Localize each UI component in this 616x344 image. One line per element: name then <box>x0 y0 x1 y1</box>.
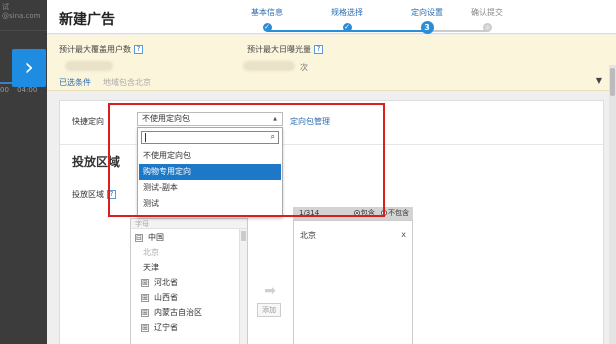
dropdown-search-input[interactable]: ⌕ <box>141 131 279 144</box>
collapse-icon[interactable]: ⊟ <box>135 233 143 242</box>
targeting-dropdown: ⌕ 不使用定向包 购物专用定向 测试-副本 测试 <box>137 127 283 217</box>
max-users-estimate: 预计最大覆盖用户数? <box>59 44 143 55</box>
step-spec-select[interactable]: 规格选择 ✓ <box>307 6 387 32</box>
redacted-value <box>243 61 295 71</box>
quick-targeting-select[interactable]: 不使用定向包 ▲ <box>137 112 283 126</box>
page-title: 新建广告 <box>59 12 115 28</box>
selected-count: 1/314 <box>299 209 320 217</box>
help-icon[interactable]: ? <box>314 45 323 54</box>
include-label: 包含 <box>360 209 375 217</box>
step-label: 规格选择 <box>331 8 363 17</box>
step-basic-info[interactable]: 基本信息 ✓ <box>227 6 307 32</box>
include-exclude-toggle: 包含 不包含 <box>350 207 409 220</box>
step-number-badge: 3 <box>420 21 434 34</box>
search-icon: ⌕ <box>270 132 275 141</box>
exclude-label: 不包含 <box>388 209 409 217</box>
tree-node[interactable]: 天津 <box>143 260 247 275</box>
selected-regions-header: 1/314 包含 不包含 <box>293 207 413 220</box>
impressions-unit: 次 <box>300 63 308 72</box>
background-tick: 00 <box>0 86 9 94</box>
tree-node[interactable]: ⊟ 中国 <box>135 230 243 245</box>
tree-node[interactable]: ⊞ 山西省 <box>141 290 247 305</box>
tree-scrollbar[interactable] <box>239 229 247 344</box>
tree-node[interactable]: 北京 <box>143 245 247 260</box>
exclude-radio[interactable] <box>381 210 387 216</box>
targeting-package-manage-link[interactable]: 定向包管理 <box>290 116 330 127</box>
chevron-up-icon: ▲ <box>273 116 277 122</box>
tree-node-label: 山西省 <box>154 293 178 302</box>
expand-icon[interactable]: ⊞ <box>141 308 149 317</box>
region-tree: 字母 ⊟ 中国 北京 天津 ⊞ 河北省 ⊞ 山西省 ⊞ 内蒙古自治区 ⊞ 辽宁省 <box>130 218 248 344</box>
step-progress: 基本信息 ✓ 规格选择 ✓ 定向设置 3 确认提交 <box>227 6 537 34</box>
background-text: @sina.com <box>2 12 41 20</box>
dropdown-option-highlighted[interactable]: 购物专用定向 <box>139 164 281 180</box>
tree-node[interactable]: ⊞ 河北省 <box>141 275 247 290</box>
dropdown-option[interactable]: 不使用定向包 <box>139 148 281 164</box>
background-time-axis: 00 04:00 <box>0 86 43 94</box>
tree-node-label: 天津 <box>143 263 159 272</box>
check-icon: ✓ <box>342 23 352 32</box>
tree-node-label: 中国 <box>148 233 164 242</box>
max-users-label: 预计最大覆盖用户数 <box>59 45 131 54</box>
area-label: 投放区域? <box>72 189 116 200</box>
quick-targeting-label: 快捷定向 <box>72 117 104 126</box>
chevron-right-icon[interactable]: › <box>12 49 46 87</box>
dropdown-option[interactable]: 测试-副本 <box>139 180 281 196</box>
help-icon[interactable]: ? <box>134 45 143 54</box>
step-label: 确认提交 <box>471 8 503 17</box>
check-icon: ✓ <box>262 23 272 32</box>
tree-header: 字母 <box>131 219 247 229</box>
redacted-value <box>65 61 113 71</box>
max-impressions-estimate: 预计最大日曝光量? <box>247 44 323 55</box>
collapse-icon[interactable]: ▼ <box>596 76 602 85</box>
panel-scrollbar[interactable] <box>609 65 616 344</box>
step-label: 基本信息 <box>251 8 283 17</box>
tree-node[interactable]: ⊞ 内蒙古自治区 <box>141 305 247 320</box>
selected-region: 北京 <box>300 231 316 240</box>
area-label-text: 投放区域 <box>72 190 104 199</box>
tree-node[interactable]: ⊞ 辽宁省 <box>141 320 247 335</box>
select-value: 不使用定向包 <box>142 114 190 123</box>
estimate-bar: 预计最大覆盖用户数? 预计最大日曝光量? 次 已选条件 地域包含北京 ▼ <box>47 35 616 91</box>
add-button[interactable]: 添加 <box>257 303 281 317</box>
selected-regions-list: 北京 x <box>293 220 413 344</box>
step-pending-dot <box>482 23 492 32</box>
section-title: 投放区域 <box>72 155 121 169</box>
background-divider <box>0 30 50 31</box>
background-tick: 04:00 <box>17 86 38 94</box>
tree-scrollbar-thumb[interactable] <box>241 231 246 241</box>
tree-node-label: 辽宁省 <box>154 323 178 332</box>
help-icon[interactable]: ? <box>107 190 116 199</box>
arrow-right-icon: ➡ <box>264 283 276 299</box>
expand-icon[interactable]: ⊞ <box>141 293 149 302</box>
remove-icon[interactable]: x <box>401 230 406 239</box>
step-confirm-submit[interactable]: 确认提交 <box>447 6 527 34</box>
panel-scrollbar-thumb[interactable] <box>610 68 615 96</box>
dropdown-option[interactable]: 测试 <box>139 196 281 212</box>
expand-icon[interactable]: ⊞ <box>141 278 149 287</box>
background-text: 试 <box>2 3 9 11</box>
add-area: ➡ 添加 <box>257 284 283 317</box>
panel-header: 新建广告 基本信息 ✓ 规格选择 ✓ 定向设置 3 确认提交 <box>47 0 616 34</box>
max-impressions-label: 预计最大日曝光量 <box>247 45 311 54</box>
targeting-card: 快捷定向 不使用定向包 ▲ 定向包管理 投放区域 投放区域? ⌕ 不使用定向包 … <box>59 100 604 344</box>
selected-conditions-value: 地域包含北京 <box>103 78 151 87</box>
selected-conditions: 已选条件 地域包含北京 <box>59 77 151 88</box>
selected-conditions-link[interactable]: 已选条件 <box>59 78 91 87</box>
tree-node-label: 北京 <box>143 248 159 257</box>
tree-node-label: 内蒙古自治区 <box>154 308 202 317</box>
include-radio[interactable] <box>353 210 360 216</box>
new-ad-panel: 新建广告 基本信息 ✓ 规格选择 ✓ 定向设置 3 确认提交 预计最大覆盖用户数… <box>47 0 616 344</box>
expand-icon[interactable]: ⊞ <box>141 323 149 332</box>
tree-node-label: 河北省 <box>154 278 178 287</box>
text-cursor <box>145 133 146 142</box>
